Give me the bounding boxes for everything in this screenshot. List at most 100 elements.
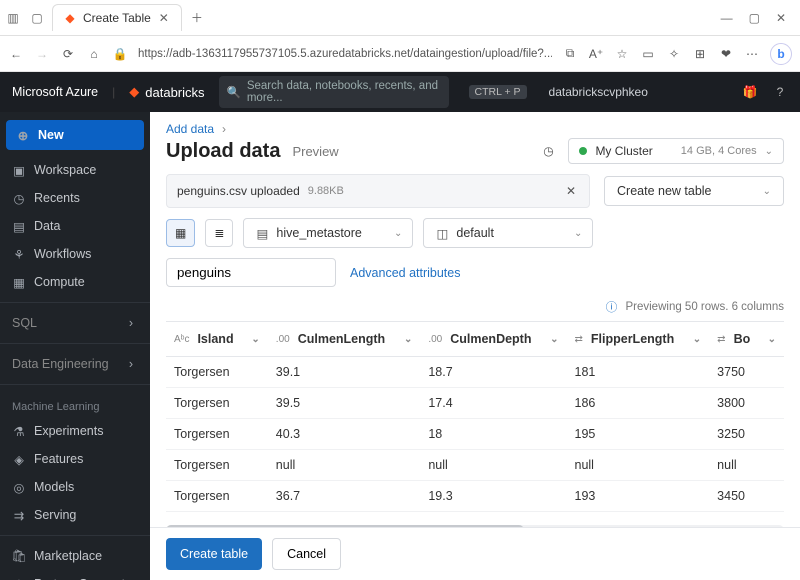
databricks-brand[interactable]: ◆ databricks xyxy=(129,84,204,100)
sidebar-item-models[interactable]: ◎Models xyxy=(0,473,150,501)
table-cell: 181 xyxy=(567,357,710,388)
compute-icon: ▦ xyxy=(12,274,26,290)
table-row: Torgersen40.3181953250 xyxy=(166,419,784,450)
schema-select[interactable]: ◫default ⌄ xyxy=(423,218,593,248)
table-cell: null xyxy=(567,450,710,481)
app-header: Microsoft Azure | ◆ databricks 🔍 Search … xyxy=(0,72,800,112)
column-header[interactable]: AᵇcIsland⌄ xyxy=(166,322,268,357)
sidebar-item-recents[interactable]: ◷Recents xyxy=(0,184,150,212)
table-row: Torgersennullnullnullnull xyxy=(166,450,784,481)
bing-icon[interactable]: b xyxy=(770,43,792,65)
sidebar-item-marketplace[interactable]: 🛍Marketplace xyxy=(0,542,150,570)
azure-brand[interactable]: Microsoft Azure xyxy=(12,85,98,99)
workspaces-icon[interactable]: ▥ xyxy=(6,11,20,25)
url-text[interactable]: https://adb-1363117955737105.5.azuredata… xyxy=(138,48,552,60)
clock-icon: ◷ xyxy=(12,190,26,206)
table-cell: Torgersen xyxy=(166,388,268,419)
sidebar-item-serving[interactable]: ⇉Serving xyxy=(0,501,150,529)
sidebar-item-experiments[interactable]: ⚗Experiments xyxy=(0,417,150,445)
breadcrumb-link[interactable]: Add data xyxy=(166,122,214,136)
file-size: 9.88KB xyxy=(308,185,344,197)
table-cell: 3450 xyxy=(709,481,784,512)
workflows-icon: ⚘ xyxy=(12,246,26,262)
global-search[interactable]: 🔍 Search data, notebooks, recents, and m… xyxy=(219,76,449,108)
status-dot-icon xyxy=(579,147,587,155)
catalog-select[interactable]: ▤hive_metastore ⌄ xyxy=(243,218,413,248)
table-cell: 36.7 xyxy=(268,481,421,512)
page-subtitle: Preview xyxy=(292,144,338,159)
sidebar-item-partner[interactable]: ⬡Partner Connect xyxy=(0,570,150,580)
performance-icon[interactable]: ❤ xyxy=(718,46,734,62)
close-tab-icon[interactable]: ✕ xyxy=(157,11,171,25)
table-cell: 40.3 xyxy=(268,419,421,450)
table-row: Torgersen39.320.61903650 xyxy=(166,512,784,522)
column-header[interactable]: ⇄Bo⌄ xyxy=(709,322,784,357)
column-header[interactable]: ⇄FlipperLength⌄ xyxy=(567,322,710,357)
close-window-icon[interactable]: ✕ xyxy=(776,11,786,25)
table-cell: Torgersen xyxy=(166,357,268,388)
sidebar-section-de[interactable]: Data Engineering› xyxy=(0,350,150,378)
schema-icon: ◫ xyxy=(434,225,450,241)
table-cell: 18 xyxy=(420,419,566,450)
search-icon: 🔍 xyxy=(227,85,241,99)
data-table[interactable]: AᵇcIsland⌄.00CulmenLength⌄.00CulmenDepth… xyxy=(166,321,784,521)
sidebar-item-compute[interactable]: ▦Compute xyxy=(0,268,150,296)
sidebar-item-workspace[interactable]: ▣Workspace xyxy=(0,156,150,184)
tab-overview-icon[interactable]: ▢ xyxy=(30,11,44,25)
gift-icon[interactable]: 🎁 xyxy=(742,84,758,100)
new-button[interactable]: ⊕ New xyxy=(6,120,144,150)
workspace-name[interactable]: databrickscvphkeo xyxy=(549,85,648,99)
history-icon[interactable]: ◷ xyxy=(540,143,556,159)
search-placeholder: Search data, notebooks, recents, and mor… xyxy=(247,80,441,104)
view-list-button[interactable]: ≣ xyxy=(205,219,233,247)
column-header[interactable]: .00CulmenDepth⌄ xyxy=(420,322,566,357)
collections-icon[interactable]: ✧ xyxy=(666,46,682,62)
sidebar-item-workflows[interactable]: ⚘Workflows xyxy=(0,240,150,268)
new-tab-icon[interactable]: ＋ xyxy=(190,11,204,25)
text-size-icon[interactable]: A⁺ xyxy=(588,46,604,62)
advanced-attributes-link[interactable]: Advanced attributes xyxy=(350,266,461,280)
browser-tab[interactable]: ◆ Create Table ✕ xyxy=(52,4,182,31)
cluster-selector[interactable]: My Cluster 14 GB, 4 Cores ⌄ xyxy=(568,138,784,164)
table-cell: null xyxy=(709,450,784,481)
reading-list-icon[interactable]: ▭ xyxy=(640,46,656,62)
table-row: Torgersen39.118.71813750 xyxy=(166,357,784,388)
table-cell: 190 xyxy=(567,512,710,522)
table-cell: 20.6 xyxy=(420,512,566,522)
forward-icon: → xyxy=(34,46,50,62)
column-header[interactable]: .00CulmenLength⌄ xyxy=(268,322,421,357)
features-icon: ◈ xyxy=(12,451,26,467)
reader-icon[interactable]: ⧉ xyxy=(562,46,578,62)
sidebar-section-sql[interactable]: SQL› xyxy=(0,309,150,337)
clear-file-icon[interactable]: ✕ xyxy=(563,183,579,199)
favorite-icon[interactable]: ☆ xyxy=(614,46,630,62)
sidebar: ⊕ New ▣Workspace ◷Recents ▤Data ⚘Workflo… xyxy=(0,112,150,580)
view-table-button[interactable]: ▦ xyxy=(166,219,195,247)
cancel-button[interactable]: Cancel xyxy=(272,538,341,570)
databricks-logo-icon: ◆ xyxy=(129,84,139,100)
more-icon[interactable]: ⋯ xyxy=(744,46,760,62)
sidebar-item-features[interactable]: ◈Features xyxy=(0,445,150,473)
table-cell: 39.1 xyxy=(268,357,421,388)
table-cell: 195 xyxy=(567,419,710,450)
extensions-icon[interactable]: ⊞ xyxy=(692,46,708,62)
table-cell: Torgersen xyxy=(166,450,268,481)
minimize-icon[interactable]: — xyxy=(721,11,733,25)
home-icon[interactable]: ⌂ xyxy=(86,46,102,62)
table-cell: 3750 xyxy=(709,357,784,388)
table-cell: 39.3 xyxy=(268,512,421,522)
sidebar-item-data[interactable]: ▤Data xyxy=(0,212,150,240)
list-view-icon: ≣ xyxy=(214,226,224,240)
back-icon[interactable]: ← xyxy=(8,46,24,62)
help-icon[interactable]: ? xyxy=(772,84,788,100)
breadcrumb: Add data › xyxy=(150,112,800,136)
table-name-input[interactable] xyxy=(166,258,336,287)
refresh-icon[interactable]: ⟳ xyxy=(60,46,76,62)
table-cell: 3650 xyxy=(709,512,784,522)
table-cell: Torgersen xyxy=(166,512,268,522)
maximize-icon[interactable]: ▢ xyxy=(749,11,760,25)
create-table-button[interactable]: Create table xyxy=(166,538,262,570)
table-row: Torgersen39.517.41863800 xyxy=(166,388,784,419)
table-view-icon: ▦ xyxy=(175,226,186,240)
create-option-select[interactable]: Create new table ⌄ xyxy=(604,176,784,206)
